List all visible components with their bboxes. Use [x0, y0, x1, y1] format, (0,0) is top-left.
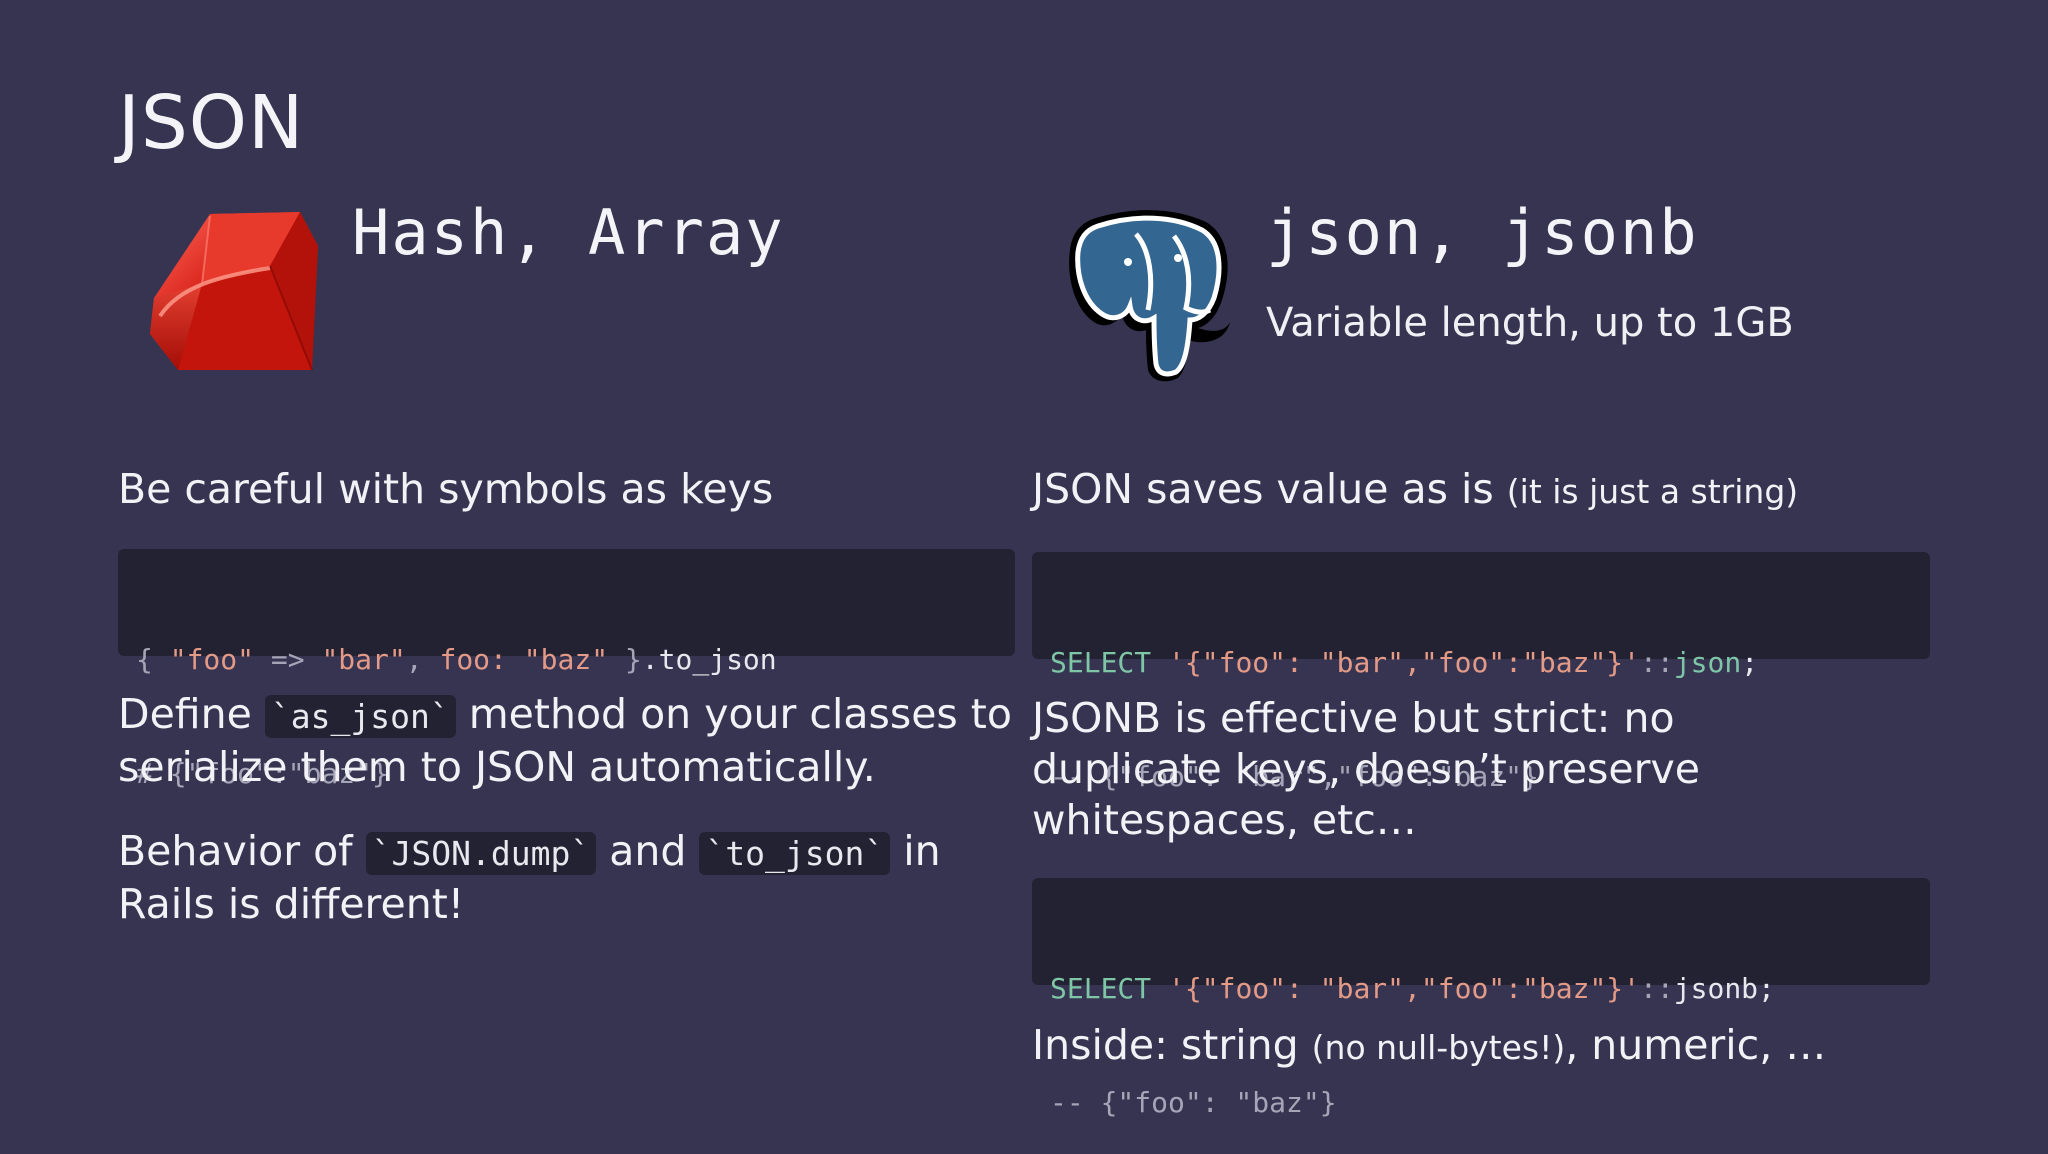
right-footer: Inside: string (no null-bytes!), numeric…	[1032, 1021, 1827, 1069]
right-heading: json, jsonb	[1266, 196, 1699, 269]
inline-code-json-dump: `JSON.dump`	[365, 832, 597, 875]
sql-json-code-block: SELECT '{"foo": "bar","foo":"baz"}'::jso…	[1032, 552, 1930, 793]
ruby-code-line-1: { "foo" => "bar", foo: "baz" }.to_json	[136, 643, 777, 676]
ruby-code-block: { "foo" => "bar", foo: "baz" }.to_json #…	[118, 549, 1015, 790]
slide-title: JSON	[118, 80, 305, 166]
sql-jsonb-code-line-1: SELECT '{"foo": "bar","foo":"baz"}'::jso…	[1050, 972, 1775, 1005]
left-paragraph-1: Define `as_json` method on your classes …	[118, 690, 1012, 791]
sql-jsonb-code-line-2: -- {"foo": "baz"}	[1050, 1086, 1337, 1119]
right-paragraph: JSONB is effective but strict: no duplic…	[1032, 694, 1700, 844]
ruby-gem-icon	[150, 206, 320, 378]
left-note: Be careful with symbols as keys	[118, 465, 774, 513]
inline-code-to-json: `to_json`	[699, 832, 891, 875]
left-paragraph-2: Behavior of `JSON.dump` and `to_json` in…	[118, 827, 941, 928]
left-heading: Hash, Array	[352, 196, 785, 269]
sql-json-code-line-1: SELECT '{"foo": "bar","foo":"baz"}'::jso…	[1050, 646, 1759, 679]
right-note: JSON saves value as is (it is just a str…	[1032, 465, 1799, 513]
right-subheading: Variable length, up to 1GB	[1266, 300, 1794, 346]
sql-jsonb-code-block: SELECT '{"foo": "bar","foo":"baz"}'::jso…	[1032, 878, 1930, 1119]
postgresql-elephant-icon	[1066, 210, 1232, 382]
inline-code-as-json: `as_json`	[264, 695, 456, 738]
